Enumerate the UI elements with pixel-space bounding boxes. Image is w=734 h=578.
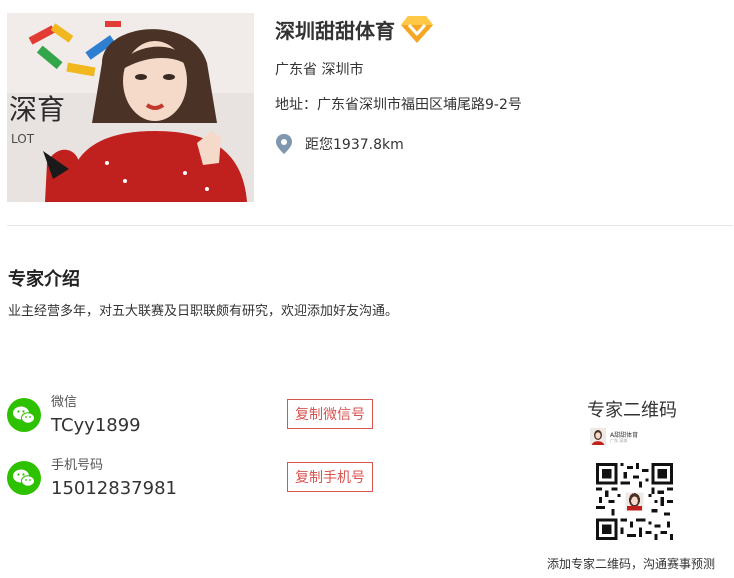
location-pin-icon [276, 134, 292, 154]
shop-region: 广东省 深圳市 [275, 62, 364, 78]
copy-phone-button[interactable]: 复制手机号 [287, 462, 373, 492]
svg-text:LOT: LOT [11, 132, 35, 146]
wechat-id: TCyy1899 [51, 415, 141, 436]
shop-name: 深圳甜甜体育 [275, 18, 395, 43]
wechat-icon [7, 461, 41, 495]
copy-wechat-button[interactable]: 复制微信号 [287, 399, 373, 429]
distance-text: 距您1937.8km [305, 137, 404, 153]
qr-title: 专家二维码 [587, 400, 677, 421]
distance-row: 距您1937.8km [275, 134, 404, 154]
phone-number: 15012837981 [51, 478, 177, 499]
shop-address: 地址：广东省深圳市福田区埔尾路9-2号 [275, 97, 522, 113]
wechat-icon [7, 398, 41, 432]
svg-text:深育: 深育 [9, 93, 65, 126]
avatar [590, 428, 606, 445]
intro-text: 业主经营多年，对五大联赛及日职联颇有研究，欢迎添加好友沟通。 [8, 304, 399, 319]
qr-profile-card: A甜甜体育 广东 深圳 [590, 428, 680, 446]
diamond-icon [401, 16, 433, 43]
phone-contact: 手机号码 15012837981 [7, 458, 177, 502]
phone-label: 手机号码 [51, 458, 104, 473]
wechat-label: 微信 [51, 395, 78, 410]
wechat-contact: 微信 TCyy1899 [7, 395, 141, 439]
qr-code[interactable] [596, 463, 673, 540]
shop-title-row: 深圳甜甜体育 [275, 14, 435, 44]
shop-photo: 深育 LOT | [7, 13, 254, 202]
divider [7, 225, 733, 226]
intro-title: 专家介绍 [8, 269, 80, 290]
qr-card-sub: 广东 深圳 [610, 438, 628, 443]
qr-caption: 添加专家二维码，沟通赛事预测 [547, 557, 716, 571]
